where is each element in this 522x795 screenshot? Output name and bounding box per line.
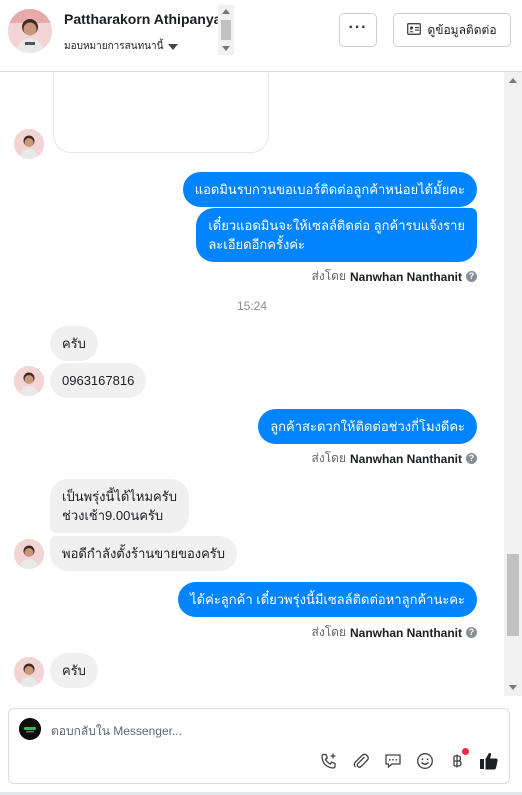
sent-by-prefix: ส่งโดย (311, 625, 346, 639)
saved-replies-icon[interactable] (383, 751, 403, 771)
contact-avatar-small (14, 129, 44, 159)
conversation-header: Pattharakorn Athipanya มอบหมายการสนทนานี… (0, 0, 522, 72)
assign-conversation-dropdown[interactable]: มอบหมายการสนทนานี้ (64, 39, 179, 54)
scroll-thumb[interactable] (507, 554, 519, 636)
sent-by-label: ส่งโดย Nanwhan Nanthanit ? (312, 623, 477, 642)
sent-by-agent: Nanwhan Nanthanit (349, 451, 462, 466)
help-icon[interactable]: ? (466, 271, 477, 282)
thread-scrollbar[interactable] (504, 72, 522, 696)
page-avatar (19, 718, 41, 740)
message-bubble-incoming[interactable]: ครับ (50, 326, 98, 361)
sent-by-agent: Nanwhan Nanthanit (349, 269, 462, 284)
scroll-down-arrow-icon[interactable] (509, 685, 517, 690)
sent-by-label: ส่งโดย Nanwhan Nanthanit ? (312, 267, 477, 286)
shared-media-card[interactable] (53, 73, 269, 153)
sent-by-agent: Nanwhan Nanthanit (349, 625, 462, 640)
message-line: เดี๋ยวแอดมินจะให้เซลล์ติดต่อ ลูกค้ารบแจ้… (208, 218, 465, 233)
more-options-button[interactable]: ··· (339, 13, 377, 47)
message-bubble-incoming[interactable]: ครับ (50, 653, 98, 688)
sent-by-label: ส่งโดย Nanwhan Nanthanit ? (312, 449, 477, 468)
scroll-down-arrow-icon[interactable] (222, 46, 230, 51)
attachment-icon[interactable] (351, 751, 371, 771)
message-line: เป็นพรุ่งนี้ได้ไหมครับ (62, 489, 177, 504)
emoji-icon[interactable] (415, 751, 435, 771)
message-bubble-outgoing[interactable]: ได้ค่ะลูกค้า เดี๋ยวพรุ่งนี้มีเซลล์ติดต่อ… (178, 582, 477, 617)
reply-input[interactable] (51, 722, 491, 740)
message-line: ละเอียดอีกครั้งค่ะ (208, 237, 305, 252)
message-bubble-incoming[interactable]: พอดีกำลังตั้งร้านขายของครับ (50, 536, 238, 571)
message-bubble-outgoing[interactable]: เดี๋ยวแอดมินจะให้เซลล์ติดต่อ ลูกค้ารบแจ้… (196, 208, 477, 262)
reply-composer (8, 708, 510, 784)
message-bubble-incoming[interactable]: 0963167816 (50, 363, 147, 398)
baht-payment-icon[interactable] (447, 748, 469, 771)
contact-name[interactable]: Pattharakorn Athipanya (64, 11, 218, 27)
composer-toolbar (319, 748, 499, 771)
messenger-conversation-window: Pattharakorn Athipanya มอบหมายการสนทนานี… (0, 0, 522, 795)
message-timestamp: 15:24 (236, 299, 268, 313)
assign-label: มอบหมายการสนทนานี้ (64, 41, 164, 52)
contact-avatar-small (14, 366, 44, 396)
scroll-thumb[interactable] (221, 20, 231, 40)
sent-by-prefix: ส่งโดย (311, 451, 346, 465)
help-icon[interactable]: ? (466, 453, 477, 464)
message-line: ช่วงเช้า9.00นครับ (62, 508, 164, 523)
message-bubble-outgoing[interactable]: ลูกค้าสะดวกให้ติดต่อช่วงกี่โมงดีคะ (258, 409, 477, 444)
message-bubble-outgoing[interactable]: แอดมินรบกวนขอเบอร์ติดต่อลูกค้าหน่อยได้มั… (182, 172, 477, 207)
call-add-icon[interactable] (319, 751, 339, 771)
message-bubble-incoming[interactable]: เป็นพรุ่งนี้ได้ไหมครับ ช่วงเช้า9.00นครับ (50, 479, 189, 533)
sent-by-prefix: ส่งโดย (311, 269, 346, 283)
scroll-up-arrow-icon[interactable] (222, 9, 230, 14)
like-icon[interactable] (479, 751, 499, 771)
view-contact-info-button[interactable]: ดูข้อมูลติดต่อ (393, 13, 511, 47)
contact-avatar-small (14, 657, 44, 687)
notification-dot (462, 748, 469, 755)
help-icon[interactable]: ? (466, 627, 477, 638)
contact-card-icon (407, 22, 422, 38)
header-scrollbar[interactable] (218, 5, 234, 55)
contact-avatar-small (14, 539, 44, 569)
scroll-up-arrow-icon[interactable] (509, 78, 517, 83)
view-contact-info-label: ดูข้อมูลติดต่อ (427, 22, 497, 37)
message-thread[interactable]: แอดมินรบกวนขอเบอร์ติดต่อลูกค้าหน่อยได้มั… (0, 73, 504, 695)
contact-avatar[interactable] (8, 9, 52, 53)
caret-down-icon (168, 43, 179, 50)
